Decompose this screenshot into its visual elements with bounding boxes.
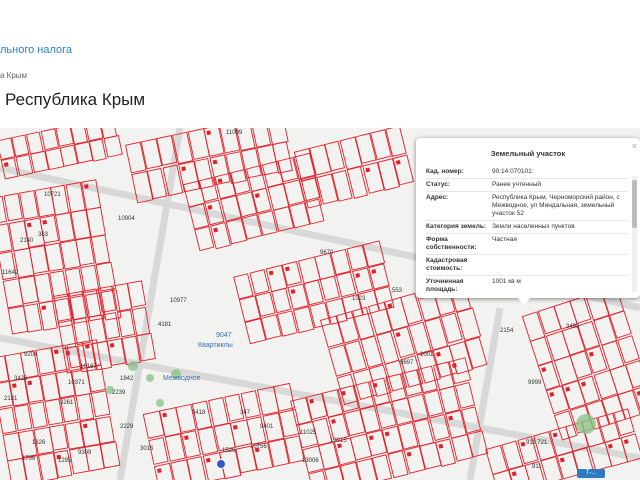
popup-title: Земельный участок [490,149,566,158]
parcel-number-label: 10187 [80,364,97,370]
parcel-number-label: 9204 [24,352,38,358]
parcel-number-label: 1526 [222,448,236,454]
parcel-number-label: 2140 [20,238,34,244]
page-title: Республика Крым [5,90,146,109]
row-label: Статус: [426,181,451,188]
popup-pointer [516,296,532,305]
parcel-number-label: 3261 [60,400,74,406]
parcel-number-label: 10756 [250,444,267,450]
parcel-number-label: 1023 [352,296,366,302]
close-icon[interactable]: × [632,141,637,151]
parcel-info-popup[interactable]: Земельный участок × Кад. номер: 90:14:070… [416,138,640,298]
map-label-number: 9047 [216,332,232,339]
parcel-number-label: 13006 [302,458,319,464]
row-label: Категория земель: [426,223,487,230]
row-label: Кадастровая стоимость: [426,257,468,272]
parcel-number-label: 3015 [140,446,154,452]
parcel-number-label: 911 721 [526,440,548,446]
row-value: Республика Крым, Черноморский район, с М… [492,194,620,217]
info-row: Форма собственности: Частная [426,233,628,254]
parcel-number-label: 9670 [320,250,334,256]
parcel-number-label: 10371 [68,380,85,386]
info-row: Кад. номер: 90:14:070101: [426,166,628,178]
row-label: Кад. номер: [426,168,464,175]
parcel-number-label: 1796 [22,456,36,462]
parcel-number-label: 11025 [300,430,317,436]
info-row: Уточненная площадь: 1001 кв м [426,275,628,294]
parcel-number-label: 9697 [400,360,414,366]
row-value: Земли населенных пунктов [492,223,575,230]
parcel-number-label: 9999 [528,380,542,386]
row-label: Адрес: [426,194,449,201]
info-row: Адрес: Республика Крым, Черноморский райо… [426,191,628,220]
parcel-number-label: 1842 [120,376,134,382]
parcel-number-label: 2131 [4,396,18,402]
parcel-number-label: 4181 [158,322,172,328]
parcel-number-label: 1001 [420,352,434,358]
parcel-number-label: 3426 [14,376,28,382]
row-value: Ранее учтенный [492,181,541,188]
parcel-number-label: 10721 [44,192,61,198]
row-label: Форма собственности: [426,236,477,251]
place-marker-icon[interactable] [216,459,226,469]
map-label-mezhvodnoe: Межводное [163,375,201,382]
row-value: 1001 кв м [492,278,521,285]
row-value [492,257,628,273]
info-row: Кадастровая стоимость: [426,254,628,275]
parcel-number-label: 9309 [78,450,92,456]
parcel-number-label: 2239 [112,390,126,396]
breadcrumb[interactable]: а Крым [0,71,27,80]
route-badge: Т-... [577,469,605,478]
row-value: Частная [492,236,517,243]
parcel-number-label: 1626 [32,440,46,446]
parcel-number-label: 10904 [118,216,135,222]
popup-scroll-thumb[interactable] [632,180,637,228]
info-row: Категория земель: Земли населенных пункто… [426,220,628,233]
parcel-number-label: 383 [38,232,49,238]
info-row: Статус: Ранее учтенный [426,178,628,191]
parcel-number-label: 3499 [566,324,580,330]
map-label-kvartikly: Квартиклы [198,342,233,349]
parcel-number-label: 911 [532,464,542,470]
tax-link[interactable]: льного налога [0,44,72,56]
parcel-number-label: 1295 [58,458,72,464]
parcel-number-label: 13015 [330,438,347,444]
parcel-number-label: 553 [392,288,403,294]
row-value: 90:14:070101: [492,168,534,175]
parcel-number-label: 10977 [170,298,187,304]
parcel-number-label: 2154 [500,328,514,334]
parcel-number-label: 11642 [2,270,19,276]
parcel-number-label: 2229 [120,424,134,430]
popup-body: Кад. номер: 90:14:070101: Статус: Ранее уч… [426,166,628,294]
row-label: Уточненная площадь: [426,278,464,293]
parcel-number-label: 9401 [260,424,274,430]
parcel-number-label: 3418 [192,410,206,416]
parcel-number-label: 11099 [226,130,243,136]
parcel-number-label: 347 [240,410,251,416]
